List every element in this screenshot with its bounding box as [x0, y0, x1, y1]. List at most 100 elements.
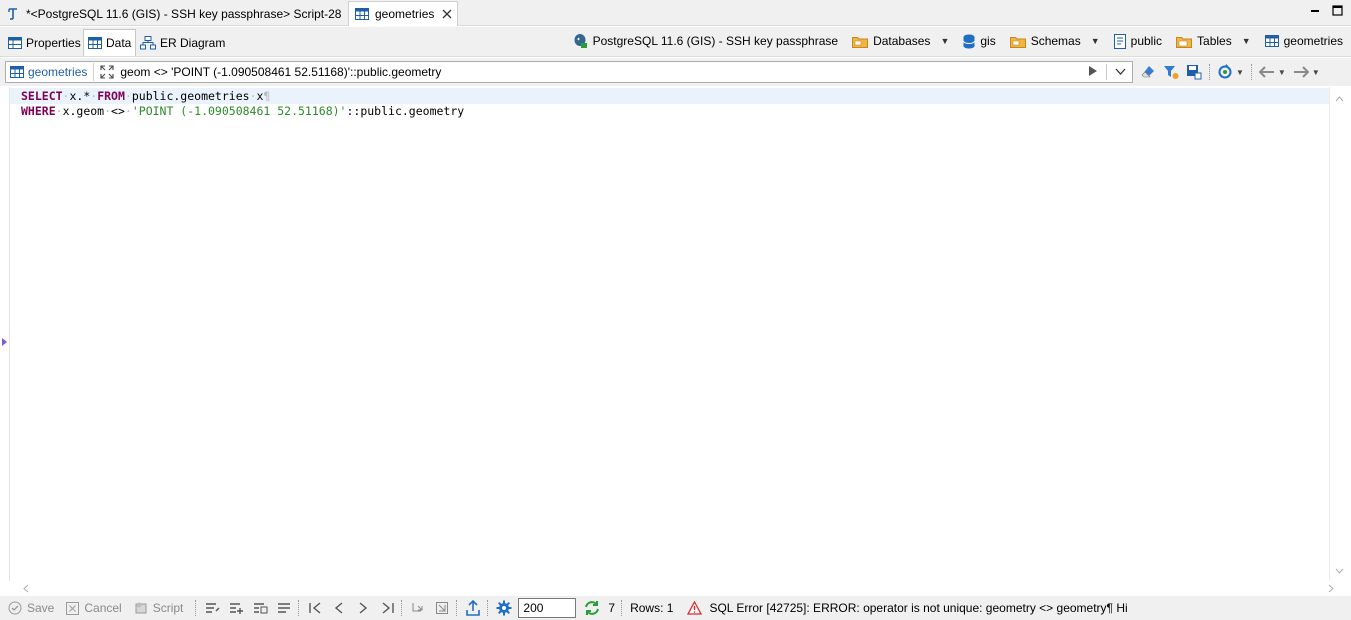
- chevron-down-icon[interactable]: ▼: [1278, 68, 1286, 77]
- breadcrumb-connection[interactable]: PostgreSQL 11.6 (GIS) - SSH key passphra…: [572, 33, 838, 49]
- row-count: Rows: 1: [630, 601, 674, 615]
- tab-data[interactable]: Data: [83, 29, 137, 56]
- scroll-down-icon[interactable]: [1335, 563, 1344, 577]
- first-page-icon[interactable]: [307, 602, 323, 614]
- chevron-down-icon[interactable]: ▼: [1312, 68, 1320, 77]
- filter-tools: ▼ ▼ ▼: [1140, 64, 1320, 80]
- divider: [1209, 64, 1210, 80]
- keyword: SELECT: [21, 89, 63, 103]
- vertical-scrollbar[interactable]: [1329, 87, 1349, 581]
- er-diagram-icon: [140, 35, 156, 50]
- previous-page-icon[interactable]: [331, 602, 347, 614]
- object-editor-toolbar: Properties Data ER Diagram PostgreSQL 11…: [0, 27, 1351, 57]
- tab-er-diagram[interactable]: ER Diagram: [136, 29, 229, 56]
- sql-script-icon: [6, 7, 20, 21]
- filter-input[interactable]: geometries geom <> 'POINT (-1.090508461 …: [5, 61, 1133, 83]
- table-icon: [355, 8, 369, 20]
- folder-icon: [1009, 35, 1026, 48]
- delete-row-icon[interactable]: [276, 602, 292, 614]
- tab-label: *<PostgreSQL 11.6 (GIS) - SSH key passph…: [26, 6, 342, 21]
- eraser-icon[interactable]: [1140, 64, 1156, 80]
- edit-row-icon[interactable]: [204, 602, 220, 614]
- breadcrumb-geometries[interactable]: geometries: [1264, 34, 1343, 48]
- export-icon[interactable]: [465, 600, 481, 616]
- refresh-settings-icon[interactable]: [1217, 64, 1233, 80]
- fetch-size-input[interactable]: [518, 598, 577, 618]
- add-row-icon[interactable]: [228, 602, 244, 614]
- gear-icon[interactable]: [496, 600, 512, 616]
- expand-icon[interactable]: [100, 65, 114, 79]
- filter-bar: geometries geom <> 'POINT (-1.090508461 …: [0, 58, 1351, 86]
- sql-editor[interactable]: SELECT·x.*·FROM·public.geometries·x¶ WHE…: [9, 87, 1330, 581]
- properties-icon: [8, 36, 22, 49]
- filter-table-selector[interactable]: geometries: [6, 63, 95, 81]
- refresh-interval: 7: [608, 601, 616, 615]
- tab-geometries[interactable]: geometries: [348, 1, 458, 26]
- breadcrumb-tables[interactable]: Tables ▼: [1176, 34, 1251, 48]
- breadcrumb-databases[interactable]: Databases ▼: [852, 34, 949, 48]
- breadcrumb-label: Databases: [873, 34, 931, 48]
- error-message[interactable]: SQL Error [42725]: ERROR: operator is no…: [687, 601, 1127, 615]
- code-token: public.geometries: [131, 89, 250, 103]
- filter-funnel-icon[interactable]: [1163, 64, 1179, 80]
- tab-label: geometries: [375, 7, 435, 21]
- filter-history-dropdown-icon[interactable]: [1115, 65, 1126, 79]
- data-grid-icon: [88, 37, 102, 49]
- breadcrumb-label: geometries: [1283, 34, 1343, 48]
- code-token: x.*: [69, 89, 91, 103]
- breadcrumb-public[interactable]: public: [1113, 33, 1162, 49]
- tables-folder-icon: [1176, 35, 1193, 48]
- breadcrumb-schemas[interactable]: Schemas ▼: [1009, 34, 1100, 48]
- keyword: WHERE: [21, 104, 56, 118]
- fetch-all-icon[interactable]: [434, 601, 450, 615]
- cancel-label: Cancel: [84, 601, 122, 615]
- chevron-down-icon[interactable]: ▼: [940, 36, 949, 46]
- tab-label: ER Diagram: [160, 35, 226, 50]
- save-button[interactable]: Save: [8, 601, 54, 615]
- scroll-left-icon[interactable]: [23, 582, 29, 596]
- refresh-icon[interactable]: [584, 600, 600, 616]
- fetch-next-icon[interactable]: [410, 601, 426, 615]
- schema-icon: [1113, 33, 1126, 49]
- breadcrumb-label: Tables: [1197, 34, 1232, 48]
- save-label: Save: [27, 601, 55, 615]
- breadcrumb-label: gis: [980, 34, 996, 48]
- tab-script-28[interactable]: *<PostgreSQL 11.6 (GIS) - SSH key passph…: [0, 1, 347, 26]
- chevron-down-icon[interactable]: ▼: [1236, 68, 1244, 77]
- breadcrumb-label: Schemas: [1030, 34, 1081, 48]
- last-page-icon[interactable]: [379, 602, 395, 614]
- tab-label: Properties: [26, 35, 81, 50]
- script-icon: [134, 601, 148, 615]
- copy-row-icon[interactable]: [252, 602, 268, 614]
- breadcrumb-gis[interactable]: gis: [963, 34, 996, 49]
- table-icon: [10, 66, 24, 78]
- minimize-icon[interactable]: [1309, 4, 1321, 16]
- check-circle-icon: [8, 601, 22, 615]
- error-text: SQL Error [42725]: ERROR: operator is no…: [709, 601, 1128, 615]
- scroll-right-icon[interactable]: [1328, 582, 1334, 596]
- chevron-down-icon[interactable]: ▼: [1242, 36, 1251, 46]
- collapse-marker-icon[interactable]: [2, 338, 7, 346]
- close-icon[interactable]: [442, 6, 452, 22]
- breadcrumb-label: PostgreSQL 11.6 (GIS) - SSH key passphra…: [592, 34, 839, 48]
- scroll-up-icon[interactable]: [1335, 91, 1344, 105]
- apply-filter-icon[interactable]: [1088, 65, 1098, 80]
- string-literal: 'POINT (-1.090508461 52.51168)': [131, 104, 347, 118]
- tab-label: Data: [106, 36, 132, 50]
- script-label: Script: [152, 601, 184, 615]
- editor-tab-bar: *<PostgreSQL 11.6 (GIS) - SSH key passph…: [0, 0, 1351, 26]
- forward-arrow-icon[interactable]: [1293, 64, 1309, 80]
- filter-save-icon[interactable]: [1186, 64, 1202, 80]
- back-arrow-icon[interactable]: [1258, 64, 1275, 80]
- divider: [1250, 64, 1252, 80]
- horizontal-scrollbar[interactable]: [9, 581, 1334, 596]
- cancel-button[interactable]: Cancel: [66, 601, 122, 615]
- script-button[interactable]: Script: [134, 601, 184, 615]
- maximize-icon[interactable]: [1331, 4, 1343, 16]
- folder-icon: [852, 35, 869, 48]
- divider: [195, 600, 197, 616]
- tab-properties[interactable]: Properties: [4, 29, 85, 56]
- next-page-icon[interactable]: [355, 602, 371, 614]
- keyword: FROM: [97, 89, 125, 103]
- chevron-down-icon[interactable]: ▼: [1091, 36, 1100, 46]
